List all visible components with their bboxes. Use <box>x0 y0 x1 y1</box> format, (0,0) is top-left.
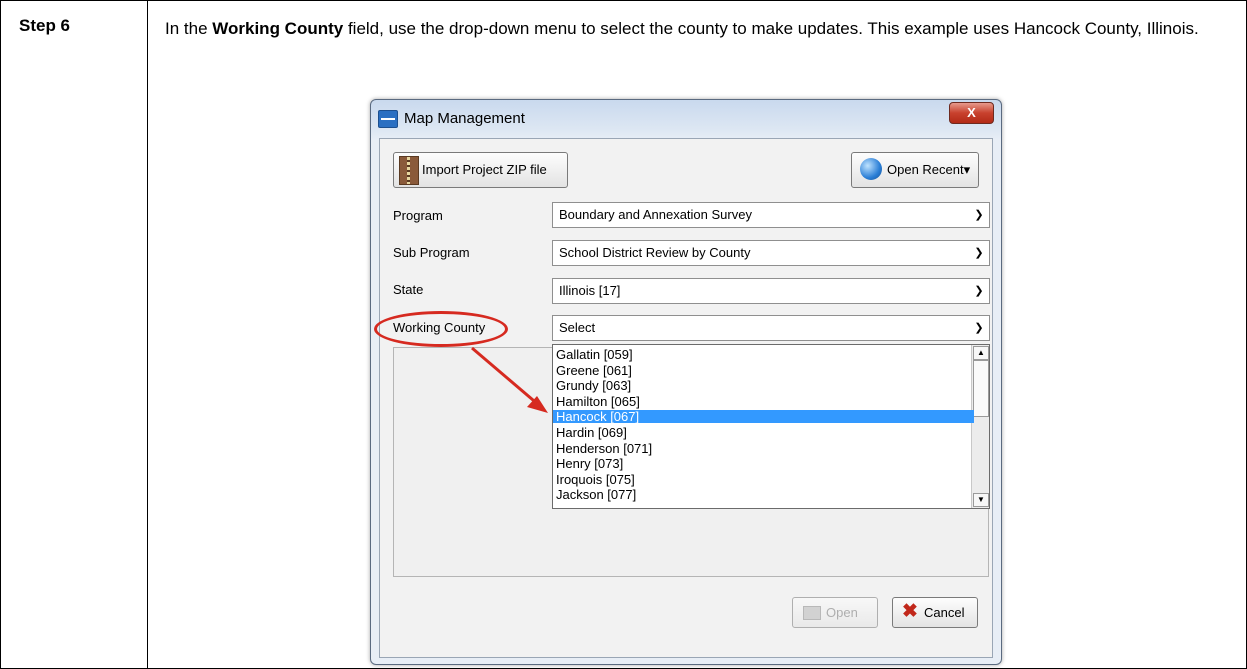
annotation-arrow <box>471 346 548 413</box>
annotation-arrow-line <box>471 346 541 408</box>
